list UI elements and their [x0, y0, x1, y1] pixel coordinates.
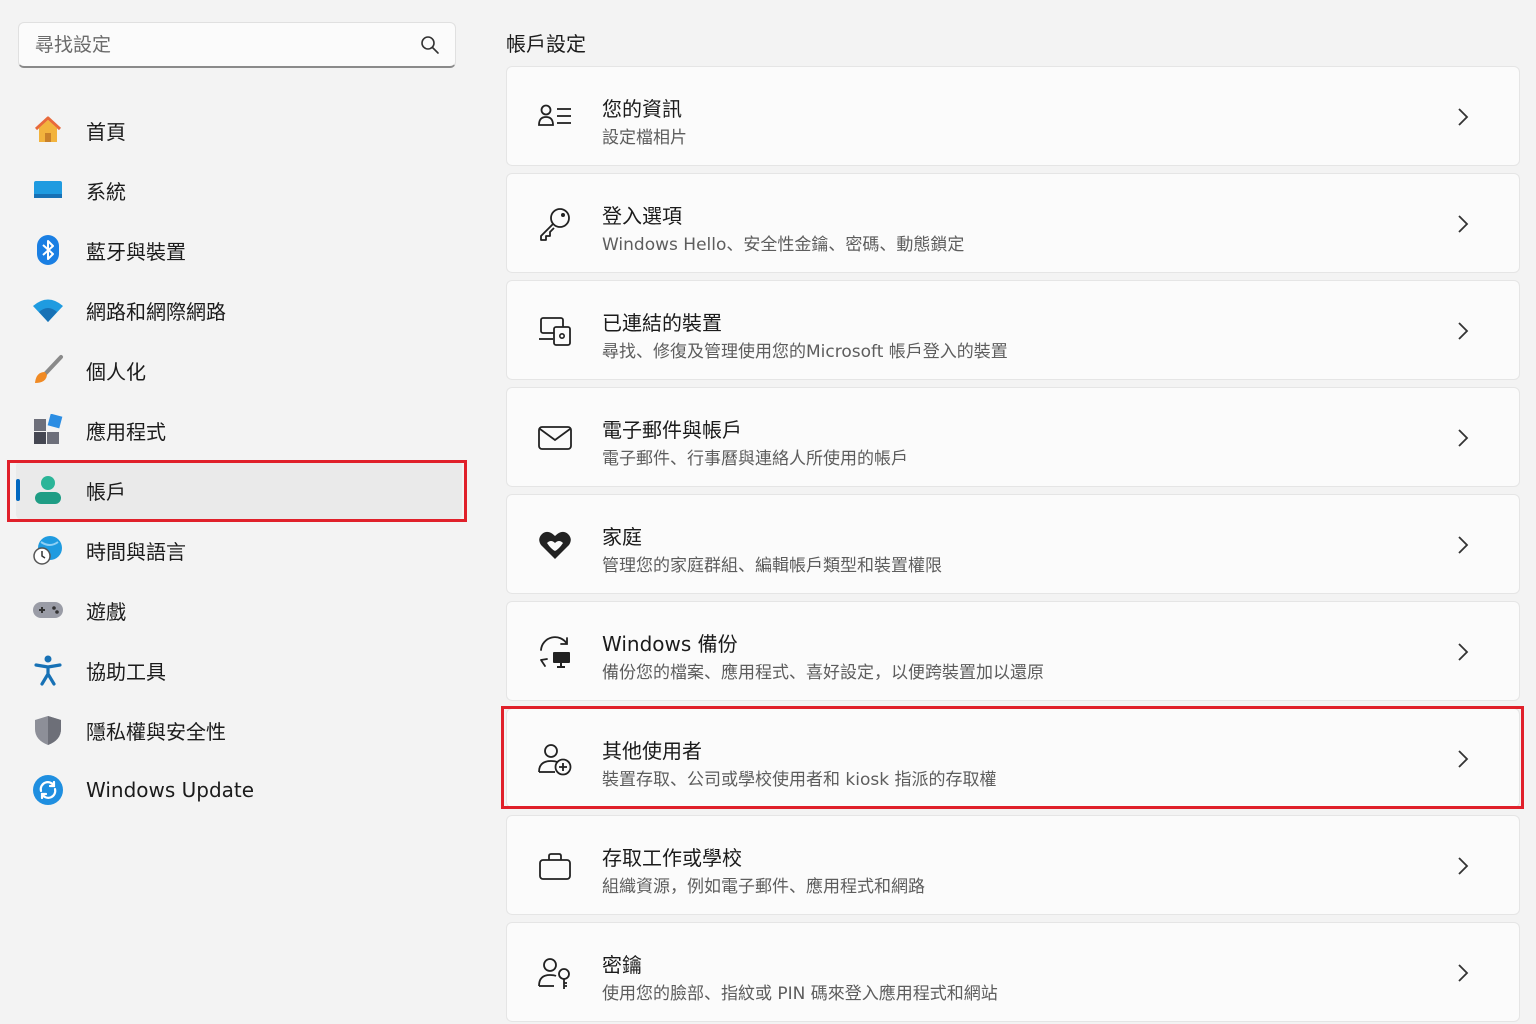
- card-subtitle: 電子郵件、行事曆與連絡人所使用的帳戶: [602, 449, 908, 469]
- user-info-icon: [537, 99, 573, 135]
- card-your-info[interactable]: 您的資訊 設定檔相片: [506, 66, 1520, 166]
- card-subtitle: 使用您的臉部、指紋或 PIN 碼來登入應用程式和網站: [602, 984, 998, 1004]
- passkey-icon: [537, 955, 573, 991]
- linked-devices-icon: [537, 313, 573, 349]
- card-title: Windows 備份: [602, 632, 738, 656]
- shield-icon: [32, 714, 64, 746]
- sidebar-item-accounts[interactable]: 帳戶: [16, 460, 462, 520]
- settings-window: 首頁 系統 藍牙與裝置 網路和網際網路: [0, 0, 1536, 1024]
- sidebar-item-windows-update[interactable]: Windows Update: [16, 760, 462, 820]
- card-sign-in-options[interactable]: 登入選項 Windows Hello、安全性金鑰、密碼、動態鎖定: [506, 173, 1520, 273]
- sidebar-item-apps[interactable]: 應用程式: [16, 400, 462, 460]
- time-language-icon: [32, 534, 64, 566]
- sidebar-item-label: Windows Update: [86, 778, 255, 802]
- chevron-right-icon: [1453, 640, 1473, 664]
- card-title: 您的資訊: [602, 97, 682, 121]
- sidebar-item-label: 應用程式: [86, 419, 166, 444]
- chevron-right-icon: [1453, 533, 1473, 557]
- card-title: 存取工作或學校: [602, 846, 742, 870]
- sidebar-item-gaming[interactable]: 遊戲: [16, 580, 462, 640]
- sidebar-item-label: 時間與語言: [86, 539, 186, 564]
- chevron-right-icon: [1453, 854, 1473, 878]
- family-heart-icon: [537, 527, 573, 563]
- wifi-icon: [32, 294, 64, 326]
- sidebar-item-label: 網路和網際網路: [86, 299, 226, 324]
- sidebar-item-label: 首頁: [86, 119, 126, 144]
- card-title: 已連結的裝置: [602, 311, 722, 335]
- page-title: 帳戶設定: [506, 32, 586, 56]
- accessibility-icon: [32, 654, 64, 686]
- key-icon: [537, 206, 573, 242]
- mail-icon: [537, 420, 573, 456]
- search-box[interactable]: [18, 22, 456, 68]
- card-access-work-school[interactable]: 存取工作或學校 組織資源，例如電子郵件、應用程式和網路: [506, 815, 1520, 915]
- sidebar-nav: 首頁 系統 藍牙與裝置 網路和網際網路 個人化 應用程式 帳戶 時間與語言 遊戲…: [0, 100, 480, 820]
- chevron-right-icon: [1453, 212, 1473, 236]
- card-email-accounts[interactable]: 電子郵件與帳戶 電子郵件、行事曆與連絡人所使用的帳戶: [506, 387, 1520, 487]
- bluetooth-icon: [32, 234, 64, 266]
- apps-icon: [32, 413, 64, 446]
- card-subtitle: 裝置存取、公司或學校使用者和 kiosk 指派的存取權: [602, 770, 997, 790]
- sidebar-item-system[interactable]: 系統: [16, 160, 462, 220]
- sidebar-item-label: 系統: [86, 179, 126, 204]
- sidebar-item-accessibility[interactable]: 協助工具: [16, 640, 462, 700]
- add-user-icon: [537, 741, 573, 777]
- search-input[interactable]: [35, 33, 419, 56]
- card-subtitle: 尋找、修復及管理使用您的Microsoft 帳戶登入的裝置: [602, 342, 1008, 362]
- card-title: 電子郵件與帳戶: [602, 418, 742, 442]
- card-family[interactable]: 家庭 管理您的家庭群組、編輯帳戶類型和裝置權限: [506, 494, 1520, 594]
- card-passkeys[interactable]: 密鑰 使用您的臉部、指紋或 PIN 碼來登入應用程式和網站: [506, 922, 1520, 1022]
- briefcase-icon: [537, 848, 573, 884]
- sidebar-item-label: 帳戶: [86, 479, 126, 504]
- active-indicator: [16, 479, 20, 501]
- home-icon: [32, 114, 64, 146]
- chevron-right-icon: [1453, 961, 1473, 985]
- search-icon[interactable]: [419, 34, 441, 56]
- card-title: 家庭: [602, 525, 642, 549]
- card-subtitle: 管理您的家庭群組、編輯帳戶類型和裝置權限: [602, 556, 942, 576]
- card-windows-backup[interactable]: Windows 備份 備份您的檔案、應用程式、喜好設定，以便跨裝置加以還原: [506, 601, 1520, 701]
- sidebar-item-home[interactable]: 首頁: [16, 100, 462, 160]
- card-title: 其他使用者: [602, 739, 702, 763]
- card-subtitle: 備份您的檔案、應用程式、喜好設定，以便跨裝置加以還原: [602, 663, 1044, 683]
- sidebar-item-privacy[interactable]: 隱私權與安全性: [16, 700, 462, 760]
- sidebar-item-label: 遊戲: [86, 599, 126, 624]
- sidebar-item-network[interactable]: 網路和網際網路: [16, 280, 462, 340]
- sidebar-item-label: 藍牙與裝置: [86, 239, 186, 264]
- chevron-right-icon: [1453, 426, 1473, 450]
- sidebar-item-label: 個人化: [86, 359, 146, 384]
- system-icon: [32, 174, 64, 206]
- windows-update-icon: [32, 774, 64, 806]
- card-linked-devices[interactable]: 已連結的裝置 尋找、修復及管理使用您的Microsoft 帳戶登入的裝置: [506, 280, 1520, 380]
- card-title: 密鑰: [602, 953, 642, 977]
- sidebar-item-label: 隱私權與安全性: [86, 719, 226, 744]
- card-subtitle: 設定檔相片: [602, 128, 687, 148]
- chevron-right-icon: [1453, 105, 1473, 129]
- backup-icon: [537, 634, 573, 670]
- sidebar-item-time-language[interactable]: 時間與語言: [16, 520, 462, 580]
- card-subtitle: 組織資源，例如電子郵件、應用程式和網路: [602, 877, 925, 897]
- card-other-users[interactable]: 其他使用者 裝置存取、公司或學校使用者和 kiosk 指派的存取權: [506, 708, 1520, 808]
- brush-icon: [32, 354, 64, 386]
- gamepad-icon: [32, 594, 64, 626]
- sidebar-item-label: 協助工具: [86, 659, 166, 684]
- sidebar: 首頁 系統 藍牙與裝置 網路和網際網路: [0, 0, 480, 1024]
- card-subtitle: Windows Hello、安全性金鑰、密碼、動態鎖定: [602, 235, 965, 255]
- card-title: 登入選項: [602, 204, 682, 228]
- sidebar-item-bluetooth[interactable]: 藍牙與裝置: [16, 220, 462, 280]
- chevron-right-icon: [1453, 319, 1473, 343]
- account-icon: [32, 474, 64, 506]
- chevron-right-icon: [1453, 747, 1473, 771]
- sidebar-item-personalization[interactable]: 個人化: [16, 340, 462, 400]
